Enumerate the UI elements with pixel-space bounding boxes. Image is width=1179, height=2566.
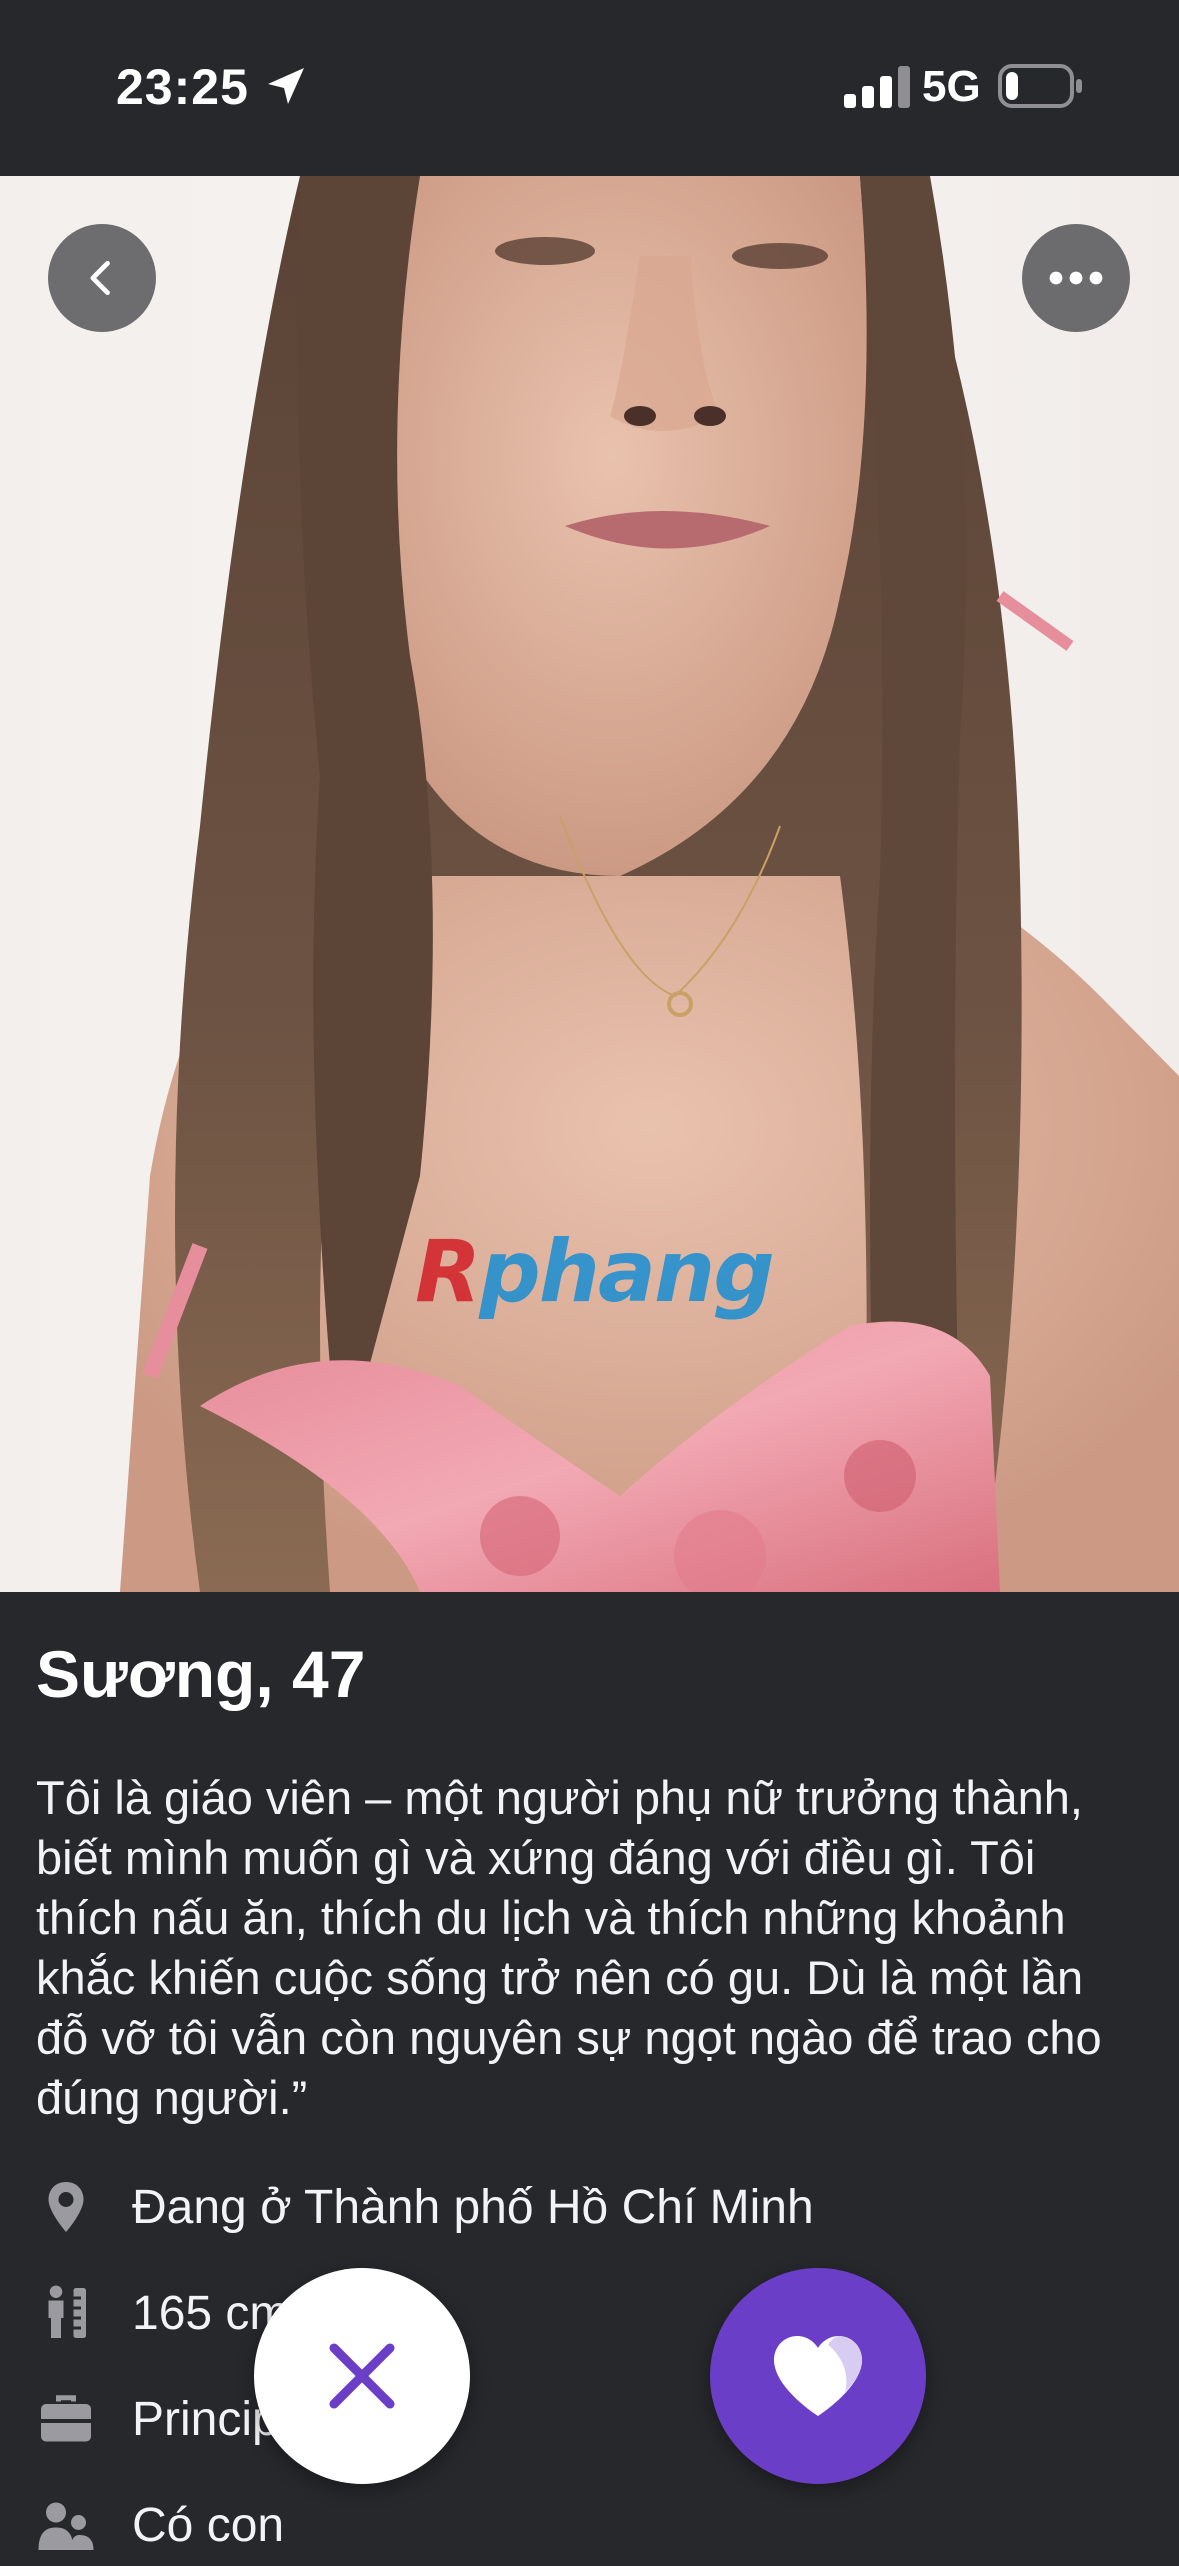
status-bar: 23:25 5G	[0, 0, 1179, 176]
like-button[interactable]	[710, 2268, 926, 2484]
more-horizontal-icon	[1049, 271, 1103, 285]
detail-location-text: Đang ở Thành phố Hồ Chí Minh	[132, 2181, 814, 2234]
battery-icon	[998, 64, 1082, 108]
profile-photo-image	[0, 176, 1179, 1592]
profile-name-age: Sương, 47	[36, 1637, 366, 1711]
close-icon	[329, 2343, 395, 2409]
network-type: 5G	[922, 62, 981, 111]
ruler-person-icon	[48, 2285, 86, 2338]
people-icon	[38, 2502, 94, 2550]
briefcase-icon	[41, 2395, 91, 2442]
detail-children-text: Có con	[132, 2499, 285, 2552]
more-options-button[interactable]	[1022, 224, 1130, 332]
profile-bio: Tôi là giáo viên – một người phụ nữ trưở…	[36, 1771, 1102, 2124]
heart-icon	[774, 2336, 862, 2416]
dislike-button[interactable]	[254, 2268, 470, 2484]
status-time: 23:25	[116, 59, 249, 115]
watermark-first-letter: R	[415, 1222, 481, 1322]
back-button[interactable]	[48, 224, 156, 332]
chevron-left-icon	[90, 260, 110, 296]
signal-icon	[844, 66, 910, 108]
watermark-logo: Rphang	[415, 1222, 775, 1322]
map-pin-icon	[48, 2182, 84, 2232]
watermark-rest: phang	[479, 1222, 775, 1322]
profile-photo[interactable]	[0, 176, 1179, 1592]
location-arrow-icon	[268, 68, 304, 104]
